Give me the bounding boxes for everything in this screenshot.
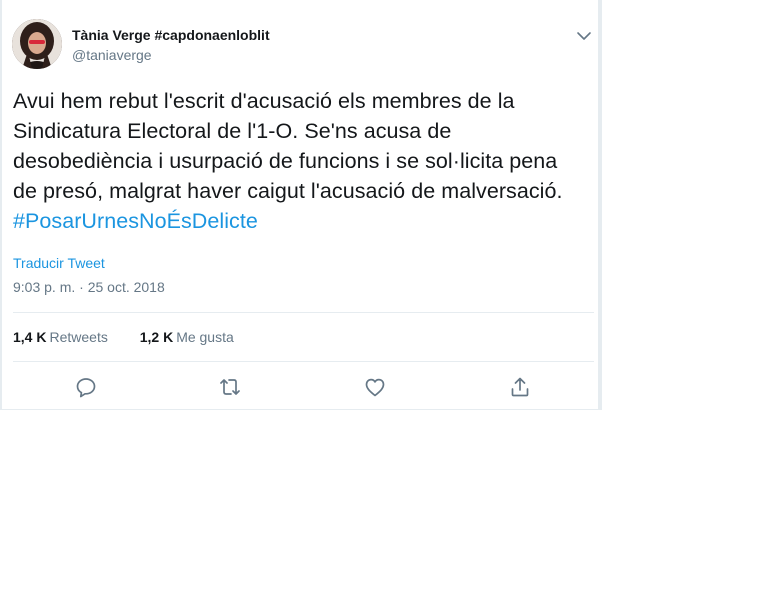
divider <box>13 361 594 362</box>
translate-tweet-link[interactable]: Traducir Tweet <box>13 255 105 271</box>
retweets-count: 1,4 K <box>13 329 47 345</box>
share-icon[interactable] <box>508 375 532 399</box>
avatar-image <box>12 19 62 69</box>
display-name[interactable]: Tània Verge #capdonaenloblit <box>72 27 270 43</box>
tweet-text-line: Avui hem rebut l'escrit d'acusació els m… <box>13 89 515 113</box>
avatar[interactable] <box>12 19 62 69</box>
likes-count: 1,2 K <box>139 329 174 345</box>
likes-stat[interactable]: 1,2 K Me gusta <box>140 329 234 345</box>
tweet-text-line: de presó, malgrat haver caigut l'acusaci… <box>13 179 563 203</box>
retweet-icon[interactable] <box>218 375 242 399</box>
chevron-down-icon[interactable] <box>574 26 594 46</box>
tweet-stats: 1,4 K Retweets 1,2 K Me gusta <box>13 329 234 345</box>
hashtag-link[interactable]: #PosarUrnesNoÉsDelicte <box>13 206 597 236</box>
likes-label: Me gusta <box>176 329 234 345</box>
retweets-label: Retweets <box>49 329 108 345</box>
tweet-text-line: Sindicatura Electoral de l'1-O. Se'ns ac… <box>13 119 452 143</box>
heart-icon[interactable] <box>363 375 387 399</box>
tweet-card: Tània Verge #capdonaenloblit @taniaverge… <box>0 0 602 410</box>
tweet-text: Avui hem rebut l'escrit d'acusació els m… <box>13 86 597 236</box>
retweets-stat[interactable]: 1,4 K Retweets <box>13 329 108 345</box>
reply-icon[interactable] <box>74 375 98 399</box>
user-handle[interactable]: @taniaverge <box>72 47 152 63</box>
divider <box>13 312 594 313</box>
tweet-timestamp[interactable]: 9:03 p. m. · 25 oct. 2018 <box>13 279 165 295</box>
tweet-text-line: desobediència i usurpació de funcions i … <box>13 149 558 173</box>
